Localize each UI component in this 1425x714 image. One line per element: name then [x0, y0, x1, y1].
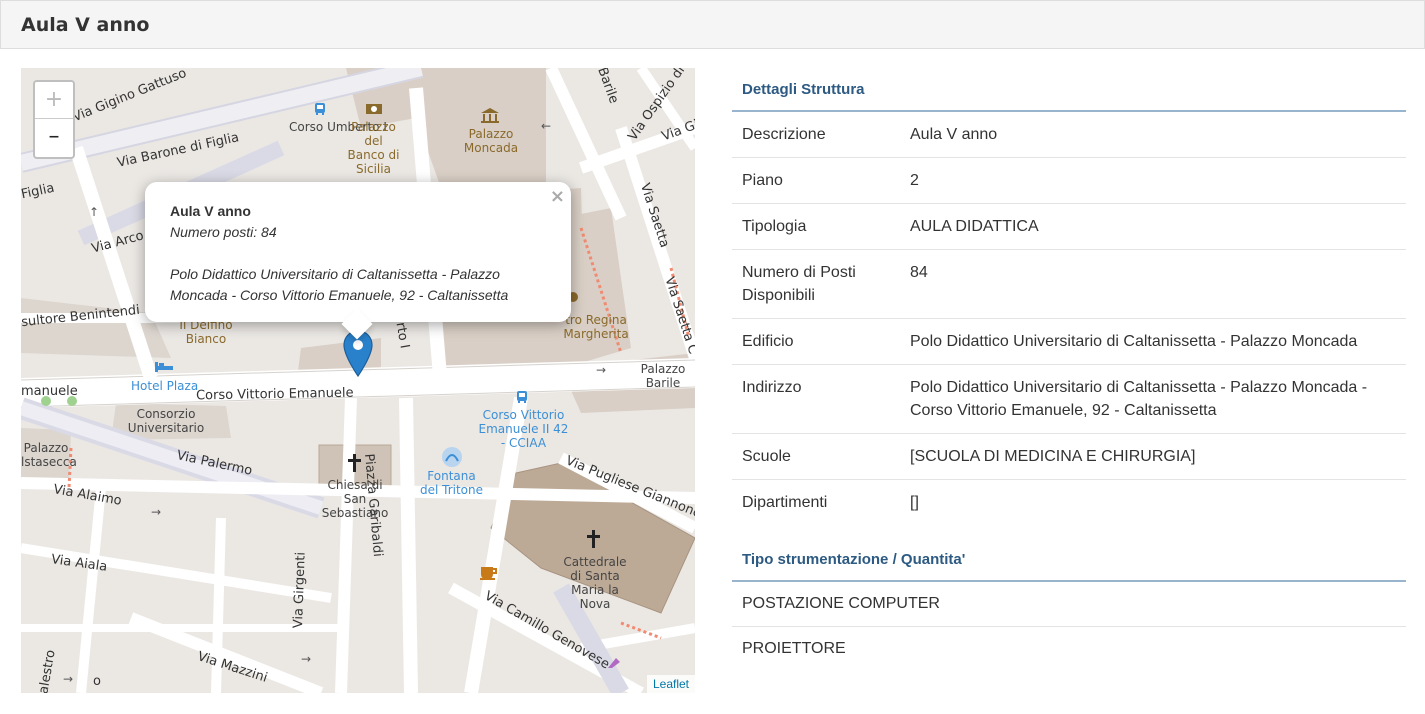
zoom-control: + – — [33, 80, 75, 159]
details-panel: Dettagli Struttura Descrizione Aula V an… — [732, 68, 1406, 671]
church-icon — [587, 530, 600, 548]
zoom-in-button[interactable]: + — [35, 82, 73, 119]
details-row: Indirizzo Polo Didattico Universitario d… — [732, 365, 1406, 434]
svg-text:→: → — [301, 652, 311, 666]
details-row: Edificio Polo Didattico Universitario di… — [732, 319, 1406, 365]
map-label-street: Corso Vittorio Emanuele — [195, 385, 354, 404]
details-value: Polo Didattico Universitario di Caltanis… — [910, 376, 1396, 422]
details-label: Descrizione — [742, 126, 826, 143]
map-label-street: o — [93, 674, 101, 689]
details-row: Dipartimenti [] — [732, 480, 1406, 525]
details-label: Dipartimenti — [742, 494, 828, 511]
popup-seats: Numero posti: 84 — [170, 224, 277, 240]
popup-address-line: Moncada - Corso Vittorio Emanuele, 92 - … — [170, 287, 509, 303]
svg-text:→: → — [596, 363, 606, 377]
map-label-place: Cattedrale di Santa Maria la Nova — [563, 555, 627, 611]
svg-text:→: → — [63, 672, 73, 686]
map-label-poi: Fontana del Tritone — [419, 469, 484, 497]
details-value: 2 — [910, 172, 919, 189]
details-row: Piano 2 — [732, 158, 1406, 204]
details-label: Scuole — [742, 448, 791, 465]
map-label-place: Palazzo Barile — [640, 362, 686, 390]
map-label-place: Consorzio Universitario — [127, 407, 205, 435]
equipment-section-title: Tipo strumentazione / Quantita' — [732, 538, 1406, 582]
hotel-icon — [155, 362, 173, 372]
bus-stop-icon — [517, 391, 527, 403]
equipment-item: PROIETTORE — [742, 640, 846, 657]
popup-address-line: Polo Didattico Universitario di Caltanis… — [170, 266, 500, 282]
details-value-line: Corso Vittorio Emanuele, 92 - Caltanisse… — [910, 402, 1217, 419]
details-section-title: Dettagli Struttura — [732, 68, 1406, 112]
map-label-hotel: Hotel Plaza — [131, 379, 199, 393]
map-label-poi: Palazzo del Banco di Sicilia — [347, 120, 400, 176]
shop-icon — [608, 658, 620, 668]
map-label-poi: Palazzo Moncada — [463, 127, 519, 155]
details-value: 84 — [910, 264, 928, 281]
details-row: Numero di Posti Disponibili 84 — [732, 250, 1406, 319]
cafe-icon — [480, 567, 497, 580]
leaflet-attribution-link[interactable]: Leaflet — [646, 675, 695, 693]
popup-title: Aula V anno — [170, 203, 251, 219]
details-value: Aula V anno — [910, 126, 998, 143]
popup-content: Aula V anno Numero posti: 84 Polo Didatt… — [170, 201, 508, 306]
popup-close-button[interactable]: × — [550, 186, 565, 207]
bank-icon — [366, 104, 382, 114]
svg-text:←: ← — [541, 119, 551, 133]
fountain-icon — [442, 447, 462, 467]
details-label: Piano — [742, 172, 783, 189]
bus-stop-icon — [315, 103, 325, 115]
svg-text:→: → — [151, 505, 161, 519]
details-row: Scuole [SCUOLA DI MEDICINA E CHIRURGIA] — [732, 434, 1406, 480]
map-label-place: Chiesa di San Sebastiano — [321, 478, 389, 520]
details-label: Tipologia — [742, 218, 807, 235]
page-header: Aula V anno — [0, 0, 1425, 49]
map-label-place: Corso Umberto I — [289, 120, 387, 134]
map-label-bus-stop: Corso Vittorio Emanuele II 42 - CCIAA — [478, 408, 569, 450]
details-value: [SCUOLA DI MEDICINA E CHIRURGIA] — [910, 448, 1196, 465]
map-label-place: Palazzo lstasecca — [21, 441, 77, 469]
equipment-item: POSTAZIONE COMPUTER — [732, 582, 1406, 627]
map-label-poi: Il Delfino Bianco — [179, 318, 233, 346]
details-label: Edificio — [742, 333, 794, 350]
museum-icon — [481, 108, 499, 123]
details-label-line: Numero di Posti — [742, 264, 856, 281]
zoom-out-button[interactable]: – — [35, 119, 73, 156]
details-row: Tipologia AULA DIDATTICA — [732, 204, 1406, 250]
details-value: Polo Didattico Universitario di Caltanis… — [910, 333, 1358, 350]
details-label-line: Disponibili — [742, 287, 815, 304]
map[interactable]: ↑ → → → → ← Via Gigino Gattuso Via Baron… — [21, 68, 695, 693]
church-icon — [348, 454, 361, 472]
map-label-street: manuele — [21, 384, 78, 399]
map-label-street: Via Girgenti — [291, 551, 309, 629]
map-popup: Aula V anno Numero posti: 84 Polo Didatt… — [145, 182, 571, 340]
page-title: Aula V anno — [21, 14, 150, 36]
details-value-line: Polo Didattico Universitario di Caltanis… — [910, 379, 1368, 396]
details-value: [] — [910, 494, 919, 511]
details-row: Descrizione Aula V anno — [732, 112, 1406, 158]
details-label: Numero di Posti Disponibili — [742, 261, 910, 307]
svg-text:↑: ↑ — [89, 205, 99, 219]
details-value: AULA DIDATTICA — [910, 218, 1039, 235]
details-label: Indirizzo — [742, 379, 802, 396]
